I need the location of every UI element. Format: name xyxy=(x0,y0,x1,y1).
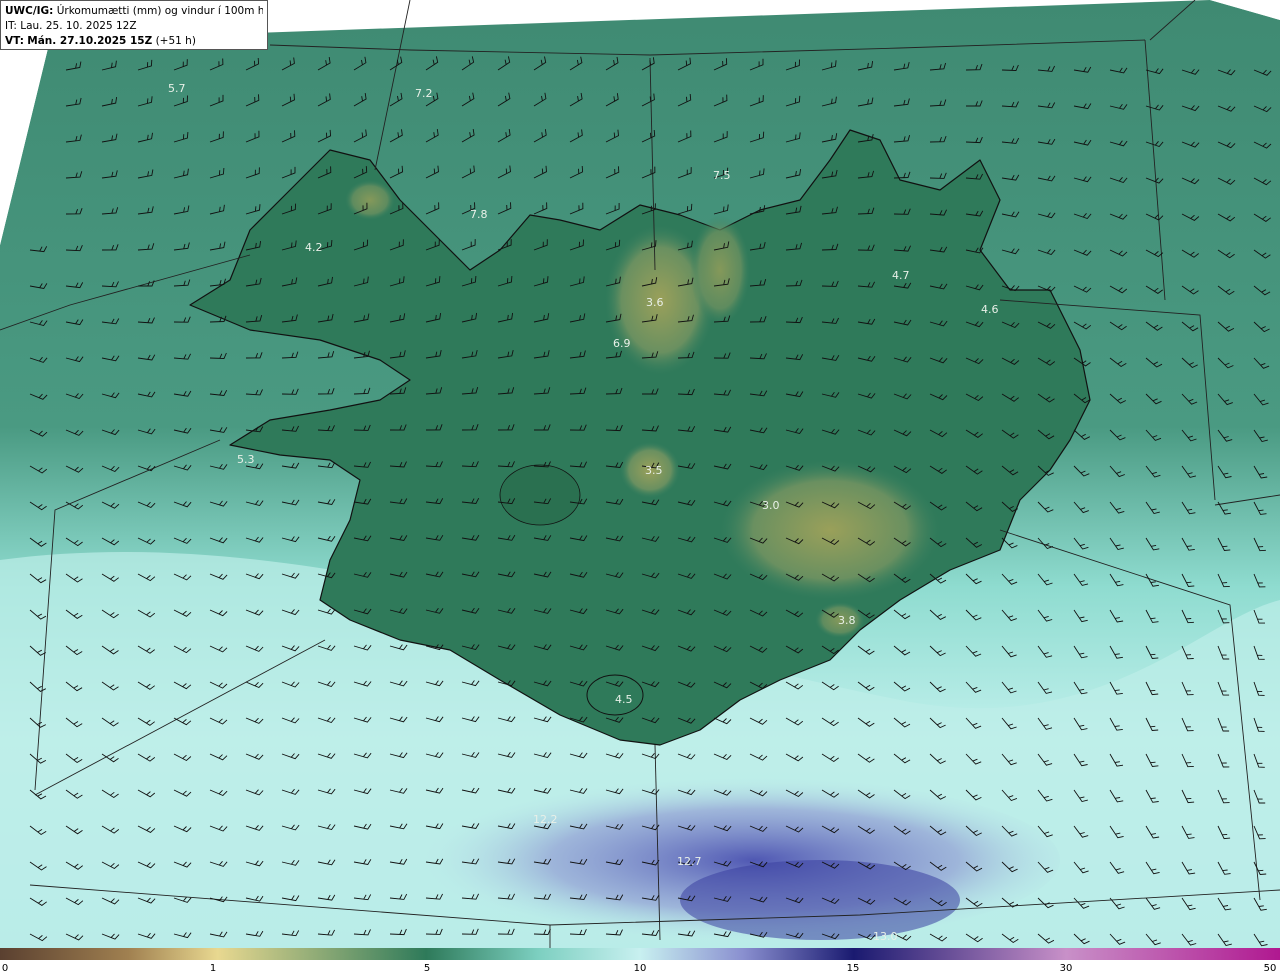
forecast-map: 5.7 7.2 7.5 7.8 4.2 3.6 4.7 4.6 6.9 5.3 … xyxy=(0,0,1280,948)
value-label: 4.2 xyxy=(305,241,323,254)
valid-time: Mán. 27.10.2025 15Z xyxy=(27,35,153,47)
colorbar-tick: 5 xyxy=(423,963,431,974)
colorbar-tick: 30 xyxy=(1059,963,1073,974)
value-label: 3.0 xyxy=(762,499,780,512)
value-label: 7.5 xyxy=(713,169,731,182)
value-label: 7.8 xyxy=(470,208,488,221)
value-label: 4.5 xyxy=(615,693,633,706)
value-label: 12.2 xyxy=(533,813,558,826)
colorbar-tick: 15 xyxy=(846,963,860,974)
colorbar-tick: 1 xyxy=(209,963,217,974)
header-title-line: UWC/IG: Úrkomumætti (mm) og vindur í 100… xyxy=(5,4,263,19)
product-description: Úrkomumætti (mm) og vindur í 100m hæð xyxy=(56,5,263,17)
value-label: 3.5 xyxy=(645,464,663,477)
value-label: 3.6 xyxy=(646,296,664,309)
value-label: 5.3 xyxy=(237,453,255,466)
lead-time: (+51 h) xyxy=(155,35,196,47)
highlands-north2 xyxy=(690,215,750,325)
colorbar-tick: 10 xyxy=(633,963,647,974)
westfjords-high xyxy=(345,180,395,220)
value-label: 4.7 xyxy=(892,269,910,282)
value-label: 4.6 xyxy=(981,303,999,316)
value-label: 12.7 xyxy=(677,855,702,868)
colorbar-ticks: 0 1 5 10 15 30 50 xyxy=(0,962,1280,978)
valid-label: VT: xyxy=(5,35,24,47)
colorbar-tick: 0 xyxy=(1,963,9,974)
value-label: 6.9 xyxy=(613,337,631,350)
colorbar-tick: 50 xyxy=(1263,963,1277,974)
model-label: UWC/IG: xyxy=(5,5,54,17)
colorbar xyxy=(0,948,1280,960)
init-time: IT: Lau. 25. 10. 2025 12Z xyxy=(5,20,137,32)
map-header: UWC/IG: Úrkomumætti (mm) og vindur í 100… xyxy=(0,0,268,50)
value-label: 13.0 xyxy=(873,930,898,943)
value-label: 7.2 xyxy=(415,87,433,100)
value-label: 3.8 xyxy=(838,614,856,627)
valid-time-line: VT: Mán. 27.10.2025 15Z (+51 h) xyxy=(5,34,263,49)
snaefell-area xyxy=(499,464,581,526)
value-label: 5.7 xyxy=(168,82,186,95)
